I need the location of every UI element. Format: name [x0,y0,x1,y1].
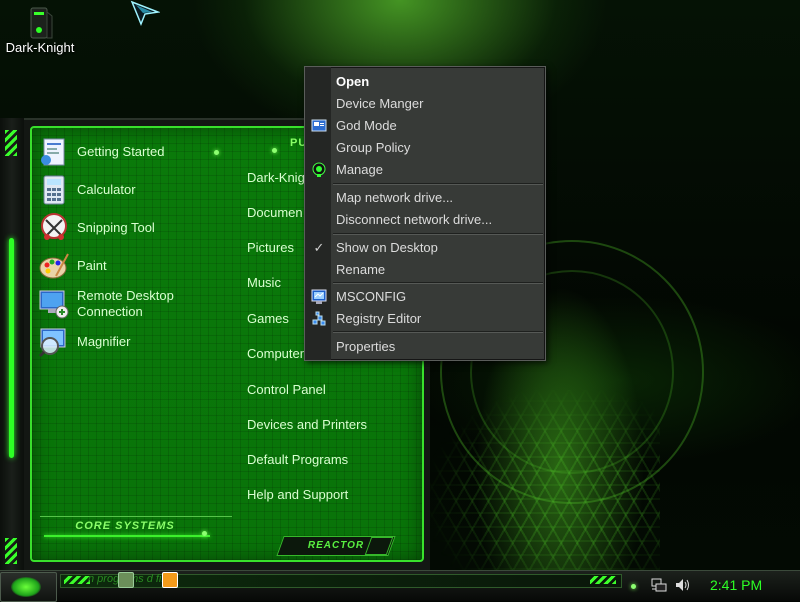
program-label: Calculator [77,182,136,197]
scissors-icon [38,212,70,244]
mouse-cursor-icon [130,0,161,31]
menu-item-registry-editor[interactable]: Registry Editor [336,309,536,329]
taskbar-stripe [590,576,616,584]
start-menu-rail [0,118,25,570]
desktop-icon-label: Dark-Knight [5,40,75,55]
getting-started-icon [38,136,70,168]
place-documents[interactable]: Documen [247,205,303,220]
menu-item-show-on-desktop[interactable]: Show on Desktop [336,238,536,258]
program-label: Getting Started [77,144,165,159]
place-control-panel[interactable]: Control Panel [247,382,326,397]
rail-glow [9,238,14,458]
rail-stripe [5,130,17,156]
media-player-icon[interactable] [162,572,178,588]
program-label-line1: Remote Desktop [77,288,174,303]
program-calculator[interactable]: Calculator [38,174,136,206]
desktop-icon-dark-knight[interactable]: Dark-Knight [2,6,78,55]
god-mode-icon [311,118,327,134]
place-music[interactable]: Music [247,275,281,290]
tray-indicator [631,584,636,589]
msconfig-icon [311,289,327,305]
menu-separator [333,331,543,333]
place-help-and-support[interactable]: Help and Support [247,487,348,502]
place-pictures[interactable]: Pictures [247,240,294,255]
taskbar-app-icon[interactable] [118,572,134,588]
network-icon[interactable] [651,578,667,597]
rail-stripe [5,538,17,564]
menu-item-open[interactable]: Open [336,72,536,92]
computer-tower-icon [27,6,53,40]
core-systems-dot [202,531,207,536]
menu-separator [333,183,543,185]
program-label: Snipping Tool [77,220,155,235]
context-menu: Open Device Manger God Mode Group Policy… [304,66,546,361]
program-label-line2: Connection [77,304,143,319]
menu-item-properties[interactable]: Properties [336,337,536,357]
start-button[interactable] [0,572,57,602]
core-systems-label: CORE SYSTEMS [75,520,175,532]
remote-desktop-icon [38,288,70,320]
menu-item-disconnect-network-drive[interactable]: Disconnect network drive... [336,210,536,230]
magnifier-icon [38,326,70,358]
menu-item-group-policy[interactable]: Group Policy [336,138,536,158]
program-getting-started[interactable]: Getting Started [38,136,164,168]
place-games[interactable]: Games [247,311,289,326]
checkmark-icon: ✓ [313,240,325,255]
menu-item-device-manager[interactable]: Device Manger [336,94,536,114]
program-snipping-tool[interactable]: Snipping Tool [38,212,155,244]
start-orb-icon [11,577,41,597]
place-user-folder[interactable]: Dark-Knig [247,170,305,185]
place-computer[interactable]: Computer [247,346,304,361]
taskbar-clock[interactable]: 2:41 PM [710,577,762,593]
program-label: Remote Desktop Connection [77,288,174,320]
place-devices-and-printers[interactable]: Devices and Printers [247,417,367,432]
menu-item-god-mode[interactable]: God Mode [336,116,536,136]
program-label: Paint [77,258,107,273]
program-magnifier[interactable]: Magnifier [38,326,130,358]
places-indicator [272,148,277,153]
menu-separator [333,282,543,284]
program-paint[interactable]: Paint [38,250,107,282]
core-systems-underline [44,535,210,537]
menu-item-msconfig[interactable]: MSCONFIG [336,287,536,307]
calculator-icon [38,174,70,206]
registry-editor-icon [311,311,327,327]
place-default-programs[interactable]: Default Programs [247,452,348,467]
menu-separator [333,233,543,235]
core-systems-divider [40,516,232,517]
core-systems-button[interactable]: CORE SYSTEMS [40,520,210,537]
menu-item-rename[interactable]: Rename [336,260,536,280]
paint-palette-icon [38,250,70,282]
program-label: Magnifier [77,334,131,349]
menu-item-map-network-drive[interactable]: Map network drive... [336,188,536,208]
menu-item-manage[interactable]: Manage [336,160,536,180]
program-remote-desktop[interactable]: Remote Desktop Connection [38,288,174,320]
manage-icon [311,162,327,178]
submenu-indicator [214,150,219,155]
volume-icon[interactable] [675,578,691,597]
taskbar-stripe [64,576,90,584]
